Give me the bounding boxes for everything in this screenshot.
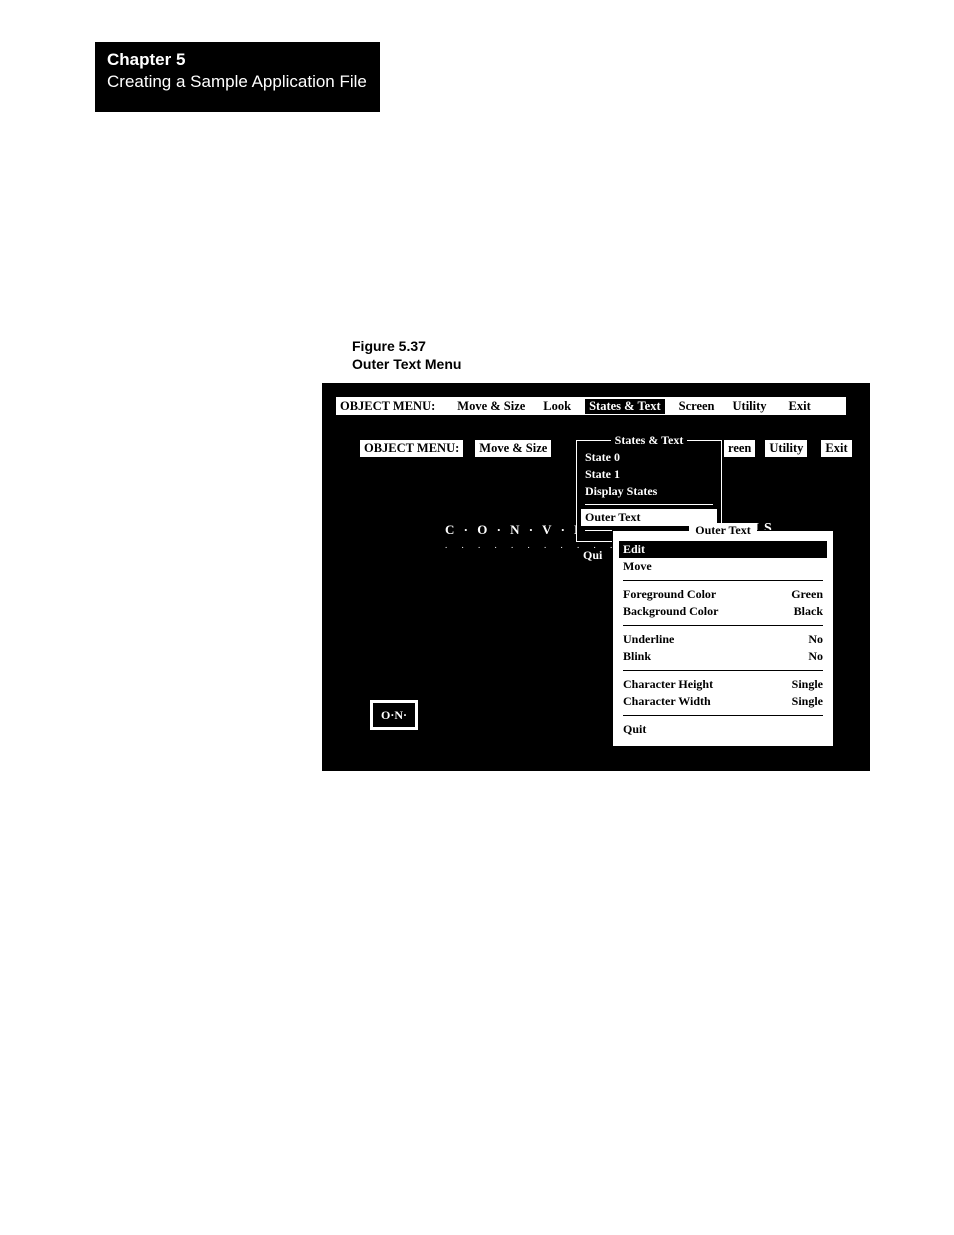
menu-item-states-text[interactable]: States & Text — [585, 399, 665, 414]
outer-text-legend: Outer Text — [689, 523, 756, 538]
chapter-title: Creating a Sample Application File — [107, 72, 368, 92]
menu-title-inner: OBJECT MENU: — [360, 440, 463, 457]
figure-title: Outer Text Menu — [352, 356, 461, 374]
menu-item-look[interactable]: Look — [539, 399, 575, 414]
menu-item-utility[interactable]: Utility — [729, 399, 771, 414]
row-background-color[interactable]: Background Color Black — [623, 603, 823, 620]
menu-item-exit[interactable]: Exit — [785, 399, 815, 414]
outer-text-dropdown: Outer Text Edit Move Foreground Color Gr… — [612, 530, 834, 747]
quit-peek[interactable]: Qui — [583, 548, 602, 563]
menu-item-move-size-inner[interactable]: Move & Size — [475, 440, 551, 457]
menu-item-edit[interactable]: Edit — [619, 541, 827, 558]
menu-item-display-states[interactable]: Display States — [585, 483, 713, 500]
menu-item-move-size[interactable]: Move & Size — [453, 399, 529, 414]
menu-item-screen[interactable]: Screen — [675, 399, 719, 414]
dropdown-legend: States & Text — [611, 433, 688, 448]
figure-number: Figure 5.37 — [352, 338, 461, 356]
row-foreground-color[interactable]: Foreground Color Green — [623, 586, 823, 603]
menu-item-state1[interactable]: State 1 — [585, 466, 713, 483]
menu-item-screen-peek[interactable]: reen Utility Exit — [724, 440, 852, 457]
row-underline[interactable]: Underline No — [623, 631, 823, 648]
row-blink[interactable]: Blink No — [623, 648, 823, 665]
chapter-header: Chapter 5 Creating a Sample Application … — [95, 42, 380, 112]
on-indicator-box: O·N· — [370, 700, 418, 730]
figure-caption: Figure 5.37 Outer Text Menu — [352, 338, 461, 373]
row-character-width[interactable]: Character Width Single — [623, 693, 823, 710]
menu-item-state0[interactable]: State 0 — [585, 449, 713, 466]
row-character-height[interactable]: Character Height Single — [623, 676, 823, 693]
object-menu-bar-top: OBJECT MENU: Move & Size Look States & T… — [336, 397, 846, 415]
menu-item-quit[interactable]: Quit — [623, 722, 646, 737]
menu-title: OBJECT MENU: — [336, 399, 439, 414]
chapter-number: Chapter 5 — [107, 50, 368, 70]
menu-item-move[interactable]: Move — [623, 559, 652, 574]
